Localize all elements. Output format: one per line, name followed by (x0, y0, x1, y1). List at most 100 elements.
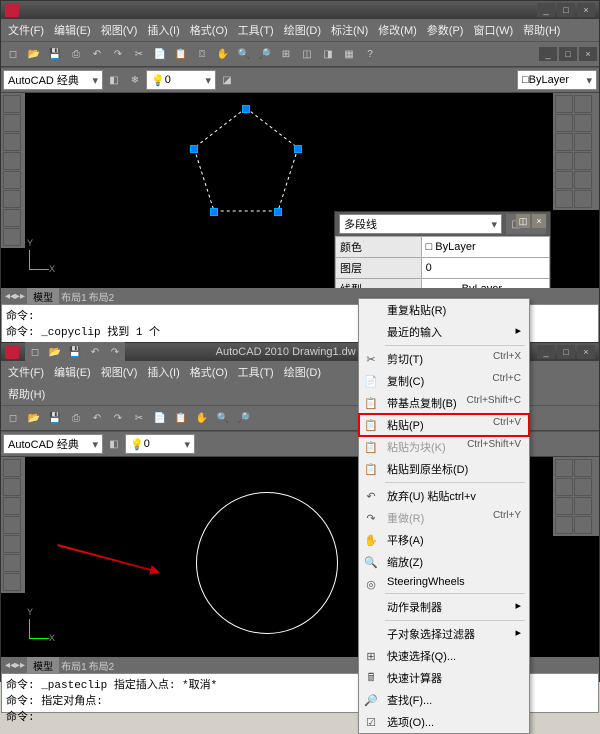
trim-icon[interactable] (574, 133, 592, 151)
close-button[interactable]: × (577, 345, 595, 359)
panel-opt-icon[interactable]: ◫ (516, 214, 530, 228)
context-menu-item[interactable]: ↶放弃(U) 粘贴ctrl+v (359, 485, 529, 507)
rotate-icon[interactable] (555, 478, 573, 496)
menu-item[interactable]: 工具(T) (235, 21, 277, 39)
tb-icon[interactable]: ◨ (318, 44, 338, 64)
context-menu-item[interactable]: 🔎查找(F)... (359, 689, 529, 711)
cut-icon[interactable]: ✂ (129, 408, 149, 428)
text-icon[interactable] (3, 228, 21, 246)
maximize-button[interactable]: □ (557, 345, 575, 359)
copy-icon[interactable]: 📄 (150, 44, 170, 64)
zoom-ext-icon[interactable]: 🔎 (255, 44, 275, 64)
qat-icon[interactable]: ↷ (105, 342, 125, 362)
menu-item[interactable]: 视图(V) (98, 21, 141, 39)
array-icon[interactable] (574, 171, 592, 189)
panel-close-icon[interactable]: × (532, 214, 546, 228)
zoom-icon[interactable]: 🔍 (234, 44, 254, 64)
redo-icon[interactable]: ↷ (108, 44, 128, 64)
color-icon[interactable]: ◪ (217, 70, 237, 90)
tb-icon[interactable]: ◫ (297, 44, 317, 64)
scale-icon[interactable] (555, 497, 573, 515)
arc-icon[interactable] (3, 516, 21, 534)
menu-item[interactable]: 参数(P) (424, 21, 467, 39)
context-menu-item[interactable]: 📋粘贴到原坐标(D) (359, 458, 529, 480)
tab-model[interactable]: 模型 (27, 657, 59, 674)
polyline-pentagon[interactable] (186, 103, 306, 223)
menu-item[interactable]: 编辑(E) (51, 21, 94, 39)
move-icon[interactable] (555, 95, 573, 113)
copy-icon[interactable] (574, 95, 592, 113)
context-menu-item[interactable]: 重复粘贴(R) (359, 299, 529, 321)
arc-icon[interactable] (3, 152, 21, 170)
scale-icon[interactable] (555, 133, 573, 151)
context-menu-item[interactable]: 子对象选择过滤器▸ (359, 623, 529, 645)
minimize-button[interactable]: _ (537, 3, 555, 17)
print-icon[interactable]: ⎙ (66, 408, 86, 428)
ellipse-icon[interactable] (3, 190, 21, 208)
menu-item[interactable]: 修改(M) (375, 21, 420, 39)
fillet-icon[interactable] (555, 171, 573, 189)
layer-combo[interactable]: 💡 0▾ (146, 70, 216, 90)
context-menu[interactable]: 重复粘贴(R)最近的输入▸✂剪切(T)Ctrl+X📄复制(C)Ctrl+C📋带基… (358, 298, 530, 734)
open-icon[interactable]: 📂 (24, 44, 44, 64)
circle-icon[interactable] (3, 133, 21, 151)
bylayer-combo[interactable]: □ ByLayer▾ (517, 70, 597, 90)
text-icon[interactable] (3, 573, 21, 591)
menu-item[interactable]: 插入(I) (144, 21, 182, 39)
zoom-icon[interactable]: 🔍 (213, 408, 233, 428)
maximize-button[interactable]: □ (557, 3, 575, 17)
tab-layout2[interactable]: 布局2 (89, 289, 115, 304)
menu-item[interactable]: 工具(T) (235, 363, 277, 381)
property-row[interactable]: 图层0 (336, 258, 550, 279)
rotate-icon[interactable] (555, 114, 573, 132)
copy-icon[interactable]: 📄 (150, 408, 170, 428)
mirror-icon[interactable] (574, 114, 592, 132)
tab-model[interactable]: 模型 (27, 288, 59, 305)
workspace-combo[interactable]: AutoCAD 经典▾ (3, 434, 103, 454)
tab-layout2[interactable]: 布局2 (89, 658, 115, 673)
extend-icon[interactable] (555, 152, 573, 170)
properties-panel[interactable]: ◫× 多段线▾◨⊞ 颜色□ ByLayer图层0线型——— ByLayer (334, 211, 551, 288)
pan-icon[interactable]: ✋ (192, 408, 212, 428)
circle-object[interactable] (196, 492, 338, 634)
hatch-icon[interactable] (3, 209, 21, 227)
erase-icon[interactable] (555, 190, 573, 208)
context-menu-item[interactable]: ◎SteeringWheels (359, 573, 529, 591)
zoom-ext-icon[interactable]: 🔎 (234, 408, 254, 428)
trim-icon[interactable] (574, 497, 592, 515)
redo-icon[interactable]: ↷ (108, 408, 128, 428)
qat-icon[interactable]: 📂 (45, 342, 65, 362)
layer-icon[interactable]: ◧ (104, 434, 124, 454)
circle-icon[interactable] (3, 497, 21, 515)
tab-layout1[interactable]: 布局1 (61, 658, 87, 673)
context-menu-item[interactable]: ✂剪切(T)Ctrl+X (359, 348, 529, 370)
cut-icon[interactable]: ✂ (129, 44, 149, 64)
save-icon[interactable]: 💾 (45, 44, 65, 64)
menu-item[interactable]: 窗口(W) (470, 21, 516, 39)
explode-icon[interactable] (574, 190, 592, 208)
property-row[interactable]: 颜色□ ByLayer (336, 237, 550, 258)
move-icon[interactable] (555, 459, 573, 477)
titlebar-1[interactable]: _ □ × (1, 1, 599, 19)
open-icon[interactable]: 📂 (24, 408, 44, 428)
grip-handle[interactable] (190, 145, 198, 153)
line-icon[interactable] (3, 95, 21, 113)
mirror-icon[interactable] (574, 478, 592, 496)
doc-max-button[interactable]: □ (559, 47, 577, 61)
rect-icon[interactable] (3, 171, 21, 189)
menu-item[interactable]: 格式(O) (187, 363, 231, 381)
context-menu-item[interactable]: 📋带基点复制(B)Ctrl+Shift+C (359, 392, 529, 414)
print-icon[interactable]: ⎙ (66, 44, 86, 64)
menu-item[interactable]: 文件(F) (5, 363, 47, 381)
new-icon[interactable]: ◻ (3, 408, 23, 428)
menu-item[interactable]: 绘图(D) (281, 363, 324, 381)
menu-item[interactable]: 绘图(D) (281, 21, 324, 39)
menu-item[interactable]: 帮助(H) (520, 21, 563, 39)
context-menu-item[interactable]: ☑选项(O)... (359, 711, 529, 733)
match-icon[interactable]: ⌼ (192, 44, 212, 64)
menu-item[interactable]: 标注(N) (328, 21, 371, 39)
menu-item[interactable]: 编辑(E) (51, 363, 94, 381)
undo-icon[interactable]: ↶ (87, 44, 107, 64)
context-menu-item[interactable]: ✋平移(A) (359, 529, 529, 551)
grip-handle[interactable] (210, 208, 218, 216)
